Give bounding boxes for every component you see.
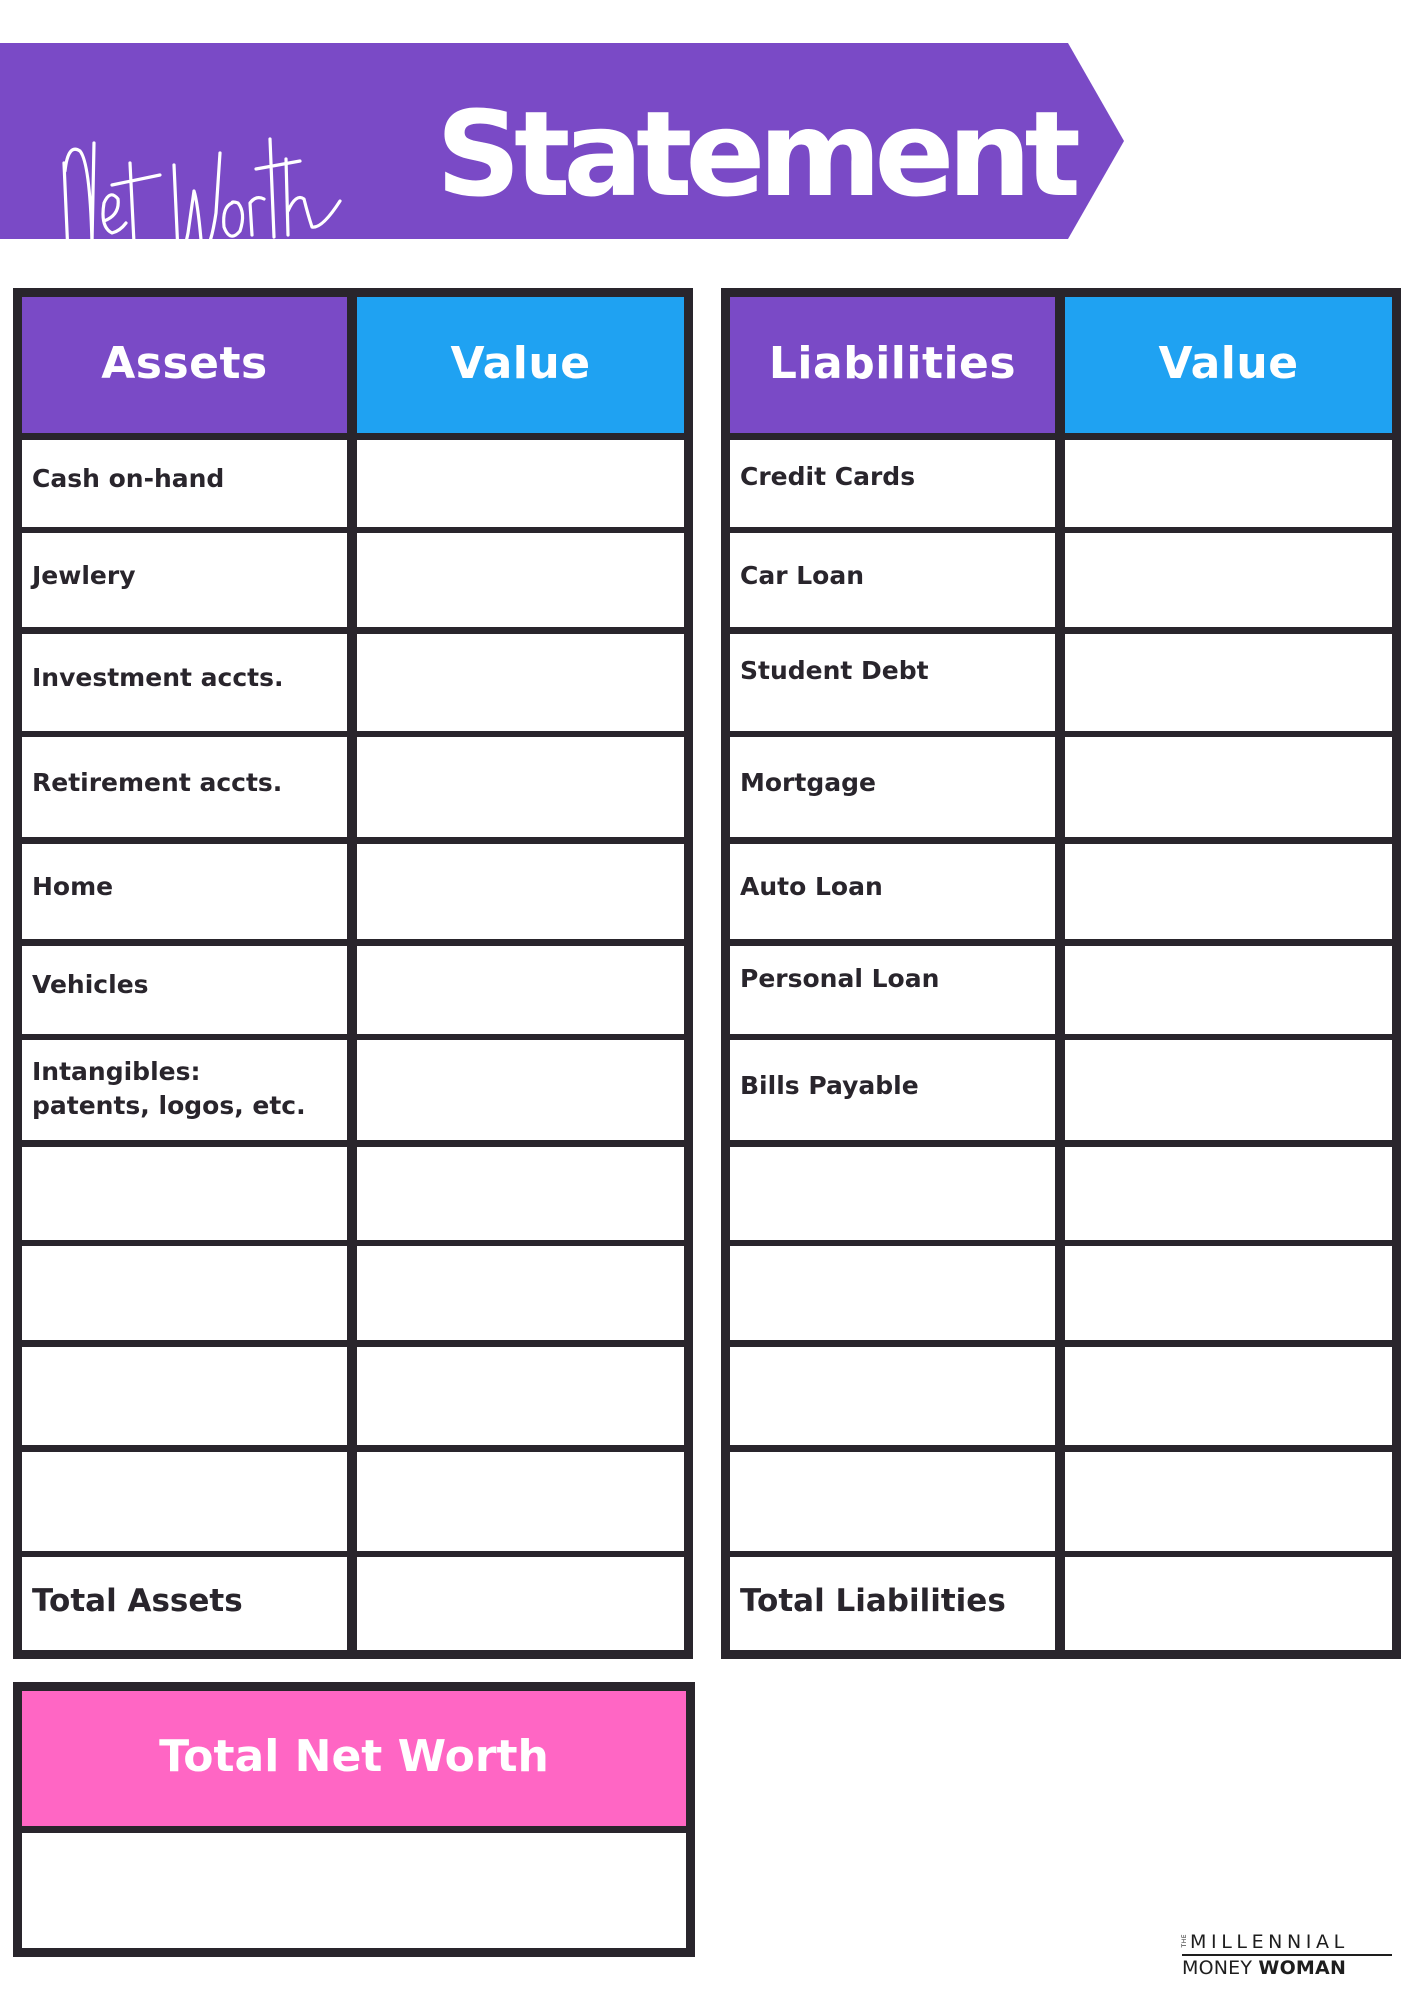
asset-value-field[interactable] [357, 633, 684, 731]
liability-value-field[interactable] [1065, 945, 1392, 1034]
liability-value-field[interactable] [1065, 533, 1392, 628]
total-assets-value-field[interactable] [357, 1557, 684, 1651]
liability-value-field[interactable] [1065, 439, 1392, 527]
assets-value-header: Value [357, 297, 684, 433]
asset-label: Cash on-hand [22, 439, 347, 527]
asset-label: Jewlery [22, 533, 347, 628]
liability-label: Mortgage [730, 737, 1055, 838]
liability-label-blank-field[interactable] [730, 1146, 1055, 1240]
asset-value-field[interactable] [357, 1246, 684, 1341]
liability-value-field[interactable] [1065, 1451, 1392, 1551]
liability-label: Car Loan [730, 533, 1055, 628]
asset-value-field[interactable] [357, 1451, 684, 1551]
asset-value-field[interactable] [357, 533, 684, 628]
asset-value-field[interactable] [357, 843, 684, 939]
liability-label-blank-field[interactable] [730, 1451, 1055, 1551]
liability-value-field[interactable] [1065, 1040, 1392, 1141]
asset-value-field[interactable] [357, 1146, 684, 1240]
total-liabilities-label: Total Liabilities [730, 1557, 1055, 1651]
assets-header: Assets [22, 297, 347, 433]
liability-value-field[interactable] [1065, 1246, 1392, 1341]
asset-label: Investment accts. [22, 633, 347, 731]
logo-millennial: MILLENNIAL [1190, 1931, 1349, 1953]
total-net-worth-header: Total Net Worth [22, 1691, 686, 1826]
liability-label: Student Debt [730, 633, 1055, 731]
title-banner: Net Worth Statement [0, 43, 1124, 239]
asset-label: Home [22, 843, 347, 939]
logo-woman: WOMAN [1258, 1957, 1347, 1979]
asset-value-field[interactable] [357, 737, 684, 838]
asset-value-field[interactable] [357, 945, 684, 1034]
logo-money: MONEY [1182, 1957, 1253, 1979]
net-worth-handwriting: Net Worth [62, 137, 342, 239]
liability-value-field[interactable] [1065, 843, 1392, 939]
liability-value-field[interactable] [1065, 633, 1392, 731]
liabilities-value-header: Value [1065, 297, 1392, 433]
asset-value-field[interactable] [357, 439, 684, 527]
asset-label-blank-field[interactable] [22, 1451, 347, 1551]
liability-value-field[interactable] [1065, 737, 1392, 838]
net-worth-box: Total Net Worth [13, 1682, 695, 1957]
total-net-worth-value-field[interactable] [22, 1833, 686, 1948]
asset-label-blank-field[interactable] [22, 1246, 347, 1341]
liability-label: Personal Loan [730, 945, 1055, 1034]
logo-money-woman: MONEY WOMAN [1182, 1957, 1346, 1979]
liability-value-field[interactable] [1065, 1146, 1392, 1240]
asset-value-field[interactable] [357, 1346, 684, 1445]
page-title: Statement [436, 85, 1081, 223]
asset-label-blank-field[interactable] [22, 1346, 347, 1445]
total-assets-label: Total Assets [22, 1557, 347, 1651]
liability-value-field[interactable] [1065, 1346, 1392, 1445]
liability-label: Credit Cards [730, 439, 1055, 527]
liabilities-table: Liabilities Value Credit Cards Car Loan … [721, 288, 1401, 1660]
liability-label-blank-field[interactable] [730, 1346, 1055, 1445]
liability-label: Bills Payable [730, 1040, 1055, 1141]
net-worth-script-title: Net Worth [60, 103, 380, 239]
assets-table: Assets Value Cash on-hand Jewlery Invest… [13, 288, 693, 1660]
asset-label-blank-field[interactable] [22, 1146, 347, 1240]
asset-label: Vehicles [22, 945, 347, 1034]
liabilities-header: Liabilities [730, 297, 1055, 433]
liability-label: Auto Loan [730, 843, 1055, 939]
asset-label: Intangibles: patents, logos, etc. [22, 1040, 347, 1141]
logo-divider [1182, 1954, 1392, 1956]
asset-value-field[interactable] [357, 1040, 684, 1141]
liability-label-blank-field[interactable] [730, 1246, 1055, 1341]
logo-the: THE [1181, 1934, 1188, 1948]
total-liabilities-value-field[interactable] [1065, 1557, 1392, 1651]
asset-label: Retirement accts. [22, 737, 347, 838]
brand-logo: THE MILLENNIAL MONEY WOMAN [1181, 1931, 1394, 1982]
